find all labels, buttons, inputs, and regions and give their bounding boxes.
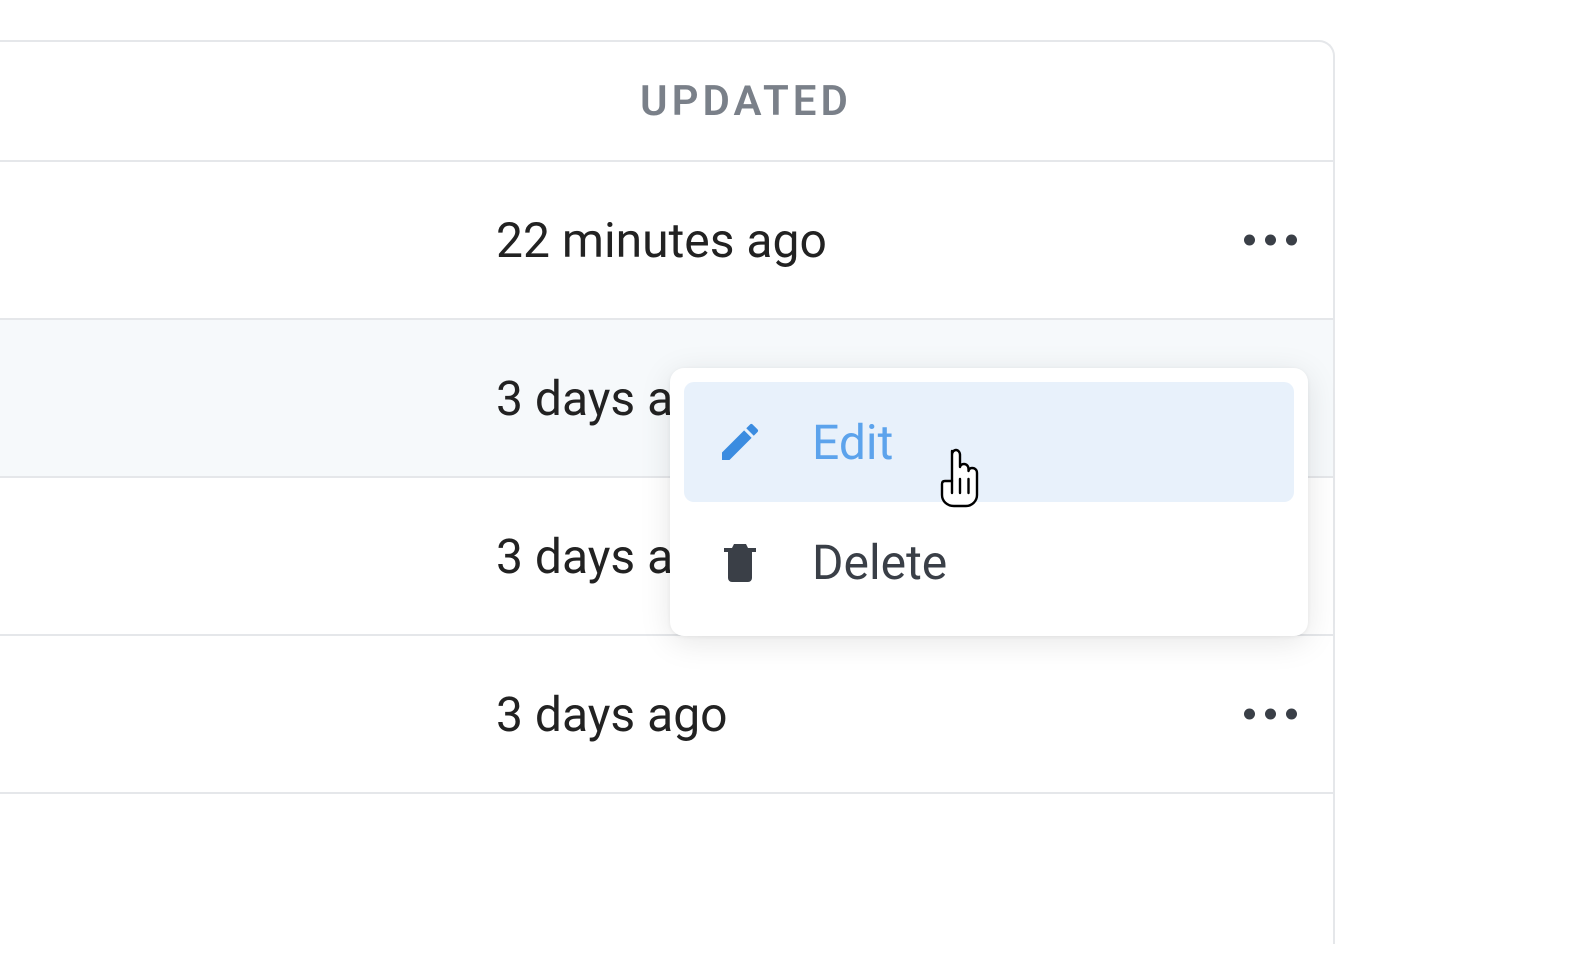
table-row[interactable]: 3 days ago: [0, 636, 1333, 794]
ellipsis-icon: [1244, 235, 1255, 246]
more-actions-button[interactable]: [1244, 709, 1297, 720]
more-actions-button[interactable]: [1244, 235, 1297, 246]
table-row[interactable]: 22 minutes ago: [0, 162, 1333, 320]
table-row[interactable]: [0, 794, 1333, 944]
ellipsis-icon: [1286, 709, 1297, 720]
ellipsis-icon: [1265, 235, 1276, 246]
column-header-updated: UPDATED: [640, 77, 852, 126]
ellipsis-icon: [1286, 235, 1297, 246]
ellipsis-icon: [1244, 709, 1255, 720]
delete-label: Delete: [812, 534, 947, 591]
pencil-icon: [716, 418, 764, 466]
edit-menu-item[interactable]: Edit: [684, 382, 1294, 502]
trash-icon: [716, 538, 764, 586]
edit-label: Edit: [812, 414, 893, 471]
row-actions-menu: Edit Delete: [670, 368, 1308, 636]
delete-menu-item[interactable]: Delete: [684, 502, 1294, 622]
ellipsis-icon: [1265, 709, 1276, 720]
updated-cell: 3 days ago: [496, 686, 728, 743]
table-header-row: UPDATED: [0, 42, 1333, 162]
updated-cell: 22 minutes ago: [496, 212, 827, 269]
